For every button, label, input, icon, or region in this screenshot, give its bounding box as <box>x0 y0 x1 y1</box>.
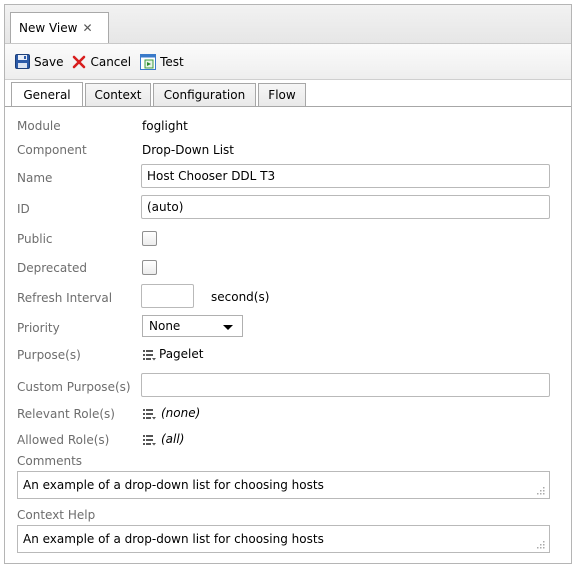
list-picker-icon[interactable] <box>143 435 157 446</box>
deprecated-checkbox[interactable] <box>142 260 157 275</box>
floppy-disk-icon <box>15 54 30 69</box>
close-icon[interactable]: ✕ <box>82 21 92 35</box>
deprecated-label: Deprecated <box>17 261 87 275</box>
cancel-icon <box>73 55 86 68</box>
save-label: Save <box>34 54 64 69</box>
custom-purpose-input[interactable] <box>141 373 550 397</box>
refresh-interval-input[interactable] <box>141 284 194 308</box>
list-picker-icon[interactable] <box>143 350 157 361</box>
test-button[interactable]: Test <box>140 53 184 70</box>
purposes-label: Purpose(s) <box>17 348 81 362</box>
component-value: Drop-Down List <box>142 143 234 157</box>
tab-flow[interactable]: Flow <box>258 83 306 106</box>
editor-toolbar: Save Cancel Test <box>5 44 571 80</box>
tab-configuration[interactable]: Configuration <box>153 83 256 106</box>
allowed-roles-label: Allowed Role(s) <box>17 433 110 447</box>
tab-configuration-label: Configuration <box>163 88 246 102</box>
comments-value: An example of a drop-down list for choos… <box>23 478 324 492</box>
refresh-interval-unit: second(s) <box>211 290 270 304</box>
document-tab-title: New View <box>19 21 78 35</box>
context-help-value: An example of a drop-down list for choos… <box>23 532 324 546</box>
component-label: Component <box>17 143 87 157</box>
public-label: Public <box>17 232 53 246</box>
priority-select[interactable]: None <box>142 315 243 337</box>
public-checkbox[interactable] <box>142 231 157 246</box>
view-editor-panel: New View ✕ Save Cancel Test General Cont… <box>4 4 572 564</box>
test-label: Test <box>160 54 184 69</box>
save-button[interactable]: Save <box>15 54 63 69</box>
custom-purpose-label: Custom Purpose(s) <box>17 380 131 394</box>
tab-flow-label: Flow <box>268 88 296 102</box>
resize-grip-icon[interactable] <box>537 487 545 495</box>
refresh-interval-label: Refresh Interval <box>17 291 113 305</box>
tab-context-label: Context <box>94 88 142 102</box>
cancel-button[interactable]: Cancel <box>72 55 131 69</box>
name-input[interactable]: Host Chooser DDL T3 <box>141 164 550 188</box>
purposes-value[interactable]: Pagelet <box>159 347 203 361</box>
tab-general-label: General <box>23 87 71 102</box>
chevron-down-icon <box>223 325 233 330</box>
document-tab-strip: New View ✕ <box>5 5 571 44</box>
id-input-value: (auto) <box>147 200 184 214</box>
id-label: ID <box>17 202 30 216</box>
module-value: foglight <box>142 119 188 133</box>
allowed-roles-value[interactable]: (all) <box>161 432 184 446</box>
id-input[interactable]: (auto) <box>141 195 550 219</box>
name-input-value: Host Chooser DDL T3 <box>147 169 276 183</box>
tab-context[interactable]: Context <box>85 83 151 106</box>
name-label: Name <box>17 171 53 185</box>
comments-label: Comments <box>17 454 83 468</box>
tab-general[interactable]: General <box>11 82 83 106</box>
context-help-textarea[interactable]: An example of a drop-down list for choos… <box>17 525 550 553</box>
relevant-roles-label: Relevant Role(s) <box>17 407 115 421</box>
relevant-roles-value[interactable]: (none) <box>161 406 200 420</box>
test-icon <box>140 53 157 70</box>
context-help-label: Context Help <box>17 508 96 522</box>
comments-textarea[interactable]: An example of a drop-down list for choos… <box>17 471 550 499</box>
document-tab-new-view[interactable]: New View ✕ <box>10 12 109 43</box>
module-label: Module <box>17 119 61 133</box>
resize-grip-icon[interactable] <box>537 541 545 549</box>
priority-label: Priority <box>17 321 60 335</box>
editor-tabs: General Context Configuration Flow <box>5 80 571 107</box>
list-picker-icon[interactable] <box>143 409 157 420</box>
priority-value: None <box>149 319 181 333</box>
cancel-label: Cancel <box>90 54 132 69</box>
